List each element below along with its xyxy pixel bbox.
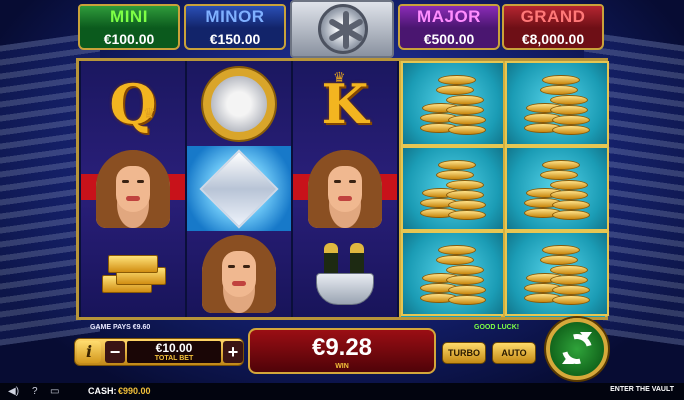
win-display: €9.28 WIN <box>248 328 436 374</box>
reel-5 <box>503 61 609 317</box>
total-bet-display: €10.00 TOTAL BET <box>127 341 221 363</box>
status-bar: ◀) ? ▭ CASH: €990.00 ENTER THE VAULT <box>0 383 684 400</box>
jackpot-grand: GRAND €8,000.00 <box>502 4 604 50</box>
symbol-gold-watch <box>187 61 291 146</box>
symbol-woman <box>187 231 291 316</box>
jackpot-minor: MINOR €150.00 <box>184 4 286 50</box>
game-title: ENTER THE VAULT <box>610 386 674 393</box>
jackpot-minor-name: MINOR <box>186 6 284 28</box>
jackpot-grand-value: €8,000.00 <box>521 31 585 47</box>
jackpot-mini-value: €100.00 <box>103 31 155 47</box>
letter-k-glyph: K <box>321 71 369 136</box>
total-bet-value: €10.00 <box>155 341 193 355</box>
woman-portrait-icon <box>308 149 382 228</box>
gold-coins-icon <box>416 67 490 141</box>
total-bet-label: TOTAL BET <box>154 355 194 362</box>
vault-wheel-icon <box>318 4 368 54</box>
symbol-gold-bars <box>81 231 185 316</box>
symbol-gold-coins <box>401 146 505 231</box>
reel-1: Q ♛ <box>81 61 185 317</box>
gold-coins-icon <box>520 237 594 311</box>
bet-panel: i − €10.00 TOTAL BET + <box>74 338 244 366</box>
reel-4 <box>399 61 505 317</box>
champagne-bucket-icon <box>310 242 380 305</box>
increase-bet-button[interactable]: + <box>223 341 243 363</box>
symbol-woman <box>293 146 397 231</box>
woman-portrait-icon <box>96 149 170 228</box>
jackpot-major-name: MAJOR <box>400 6 498 28</box>
symbol-gold-coins <box>401 61 505 146</box>
symbol-champagne-bucket <box>293 231 397 316</box>
vault-door-logo <box>290 0 394 58</box>
jackpot-grand-name: GRAND <box>504 6 602 28</box>
question-icon[interactable]: ? <box>32 385 38 398</box>
woman-portrait-icon <box>202 234 276 313</box>
win-label: WIN <box>335 363 349 370</box>
cash-value: €990.00 <box>118 386 151 396</box>
jackpot-major-value: €500.00 <box>423 31 475 47</box>
symbol-gold-coins <box>505 231 609 316</box>
gold-bars-icon <box>98 249 168 299</box>
game-stage: MINI €100.00 MINOR €150.00 MAJOR €500.00… <box>0 0 684 400</box>
game-pays-message: GAME PAYS €9.60 <box>90 324 151 331</box>
gold-coins-icon <box>416 237 490 311</box>
info-button[interactable]: i <box>77 341 101 363</box>
turbo-button[interactable]: TURBO <box>442 342 486 364</box>
gold-coins-icon <box>416 152 490 226</box>
spin-button[interactable] <box>546 318 608 380</box>
diamond-icon <box>199 148 279 229</box>
win-value: €9.28 <box>311 334 373 361</box>
good-luck-message: GOOD LUCK! <box>474 324 520 331</box>
jackpot-minor-value: €150.00 <box>209 31 261 47</box>
gold-coins-icon <box>520 152 594 226</box>
reel-3: ♛ K <box>293 61 397 317</box>
auto-button[interactable]: AUTO <box>492 342 536 364</box>
symbol-gold-coins <box>505 61 609 146</box>
jackpot-mini-name: MINI <box>80 6 178 28</box>
cash-label: CASH: <box>88 386 117 396</box>
symbol-letter-q: Q ♛ <box>81 61 185 146</box>
crown-icon: ♛ <box>143 105 156 121</box>
letter-q-glyph: Q <box>109 71 157 136</box>
jackpot-mini: MINI €100.00 <box>78 4 180 50</box>
decrease-bet-button[interactable]: − <box>105 341 125 363</box>
symbol-gold-coins <box>505 146 609 231</box>
speaker-icon[interactable]: ◀) <box>8 385 19 398</box>
symbol-woman <box>81 146 185 231</box>
jackpot-major: MAJOR €500.00 <box>398 4 500 50</box>
gold-coins-icon <box>520 67 594 141</box>
symbol-gold-coins <box>401 231 505 316</box>
gold-watch-icon <box>203 67 275 140</box>
symbol-letter-k: ♛ K <box>293 61 397 146</box>
paytable-icon[interactable]: ▭ <box>50 385 59 398</box>
reel-2 <box>187 61 291 317</box>
symbol-diamond <box>187 146 291 231</box>
reels-grid: Q ♛ ♛ K <box>76 58 609 320</box>
